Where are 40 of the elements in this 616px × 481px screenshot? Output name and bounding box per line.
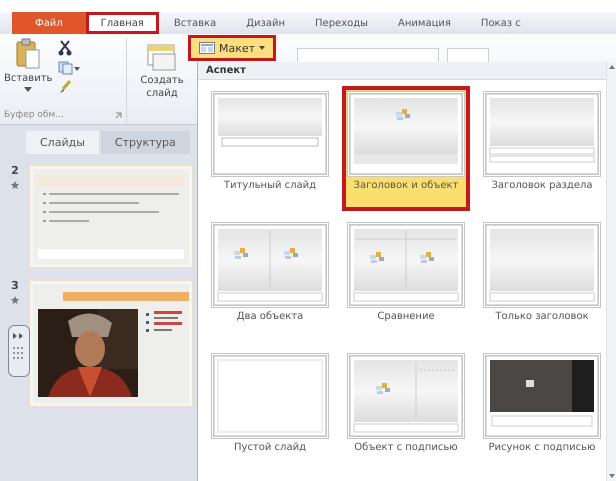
new-slide-icon[interactable] (147, 44, 177, 72)
paste-button[interactable]: Вставить (4, 72, 52, 85)
gallery-header: Аспект (198, 62, 606, 80)
pane-tab[interactable]: Слайды (26, 131, 99, 154)
ribbon-tab[interactable]: Показ с (466, 12, 536, 34)
pane-collapse-icon[interactable] (8, 325, 30, 377)
caret-icon[interactable] (24, 87, 32, 92)
layout-option[interactable]: Заголовок и объект (342, 86, 470, 211)
format-brush-icon[interactable] (58, 80, 72, 94)
ribbon-tab[interactable]: Главная (86, 12, 159, 34)
ribbon-tab[interactable]: Дизайн (231, 12, 300, 34)
layout-preview-icon (350, 94, 462, 174)
layout-preview-icon (214, 356, 326, 436)
ribbon-tab[interactable]: Переходы (300, 12, 384, 34)
group-label: Буфер обм... (4, 110, 64, 120)
ribbon-tab[interactable]: Анимация (383, 12, 466, 34)
caret-icon (259, 46, 266, 50)
copy-icon[interactable] (58, 61, 80, 75)
slide-number: 2 (11, 164, 19, 177)
layout-preview-icon (214, 94, 326, 174)
layout-preview-icon (350, 225, 462, 305)
pane-tab[interactable]: Структура (100, 131, 190, 154)
ribbon-tab[interactable]: Вставка (158, 12, 232, 34)
clipboard-icon[interactable] (15, 38, 42, 70)
layout-preview-icon (486, 94, 598, 174)
layout-preview-icon (486, 356, 598, 436)
scrollbar[interactable] (606, 62, 616, 481)
layout-preview-icon (214, 225, 326, 305)
star-icon (10, 181, 20, 189)
layout-preview-icon (350, 356, 462, 436)
new-slide-button[interactable]: Создать слайд (140, 74, 184, 100)
file-tab[interactable]: Файл (12, 12, 86, 34)
layout-icon (199, 42, 215, 54)
layout-preview-icon (486, 225, 598, 305)
star-icon (10, 296, 20, 304)
slide-thumbnail[interactable] (28, 279, 194, 408)
scissors-icon[interactable] (58, 40, 72, 56)
expand-icon[interactable] (115, 112, 122, 118)
layout-button[interactable]: Макет (188, 35, 276, 61)
slide-number: 3 (11, 279, 19, 292)
